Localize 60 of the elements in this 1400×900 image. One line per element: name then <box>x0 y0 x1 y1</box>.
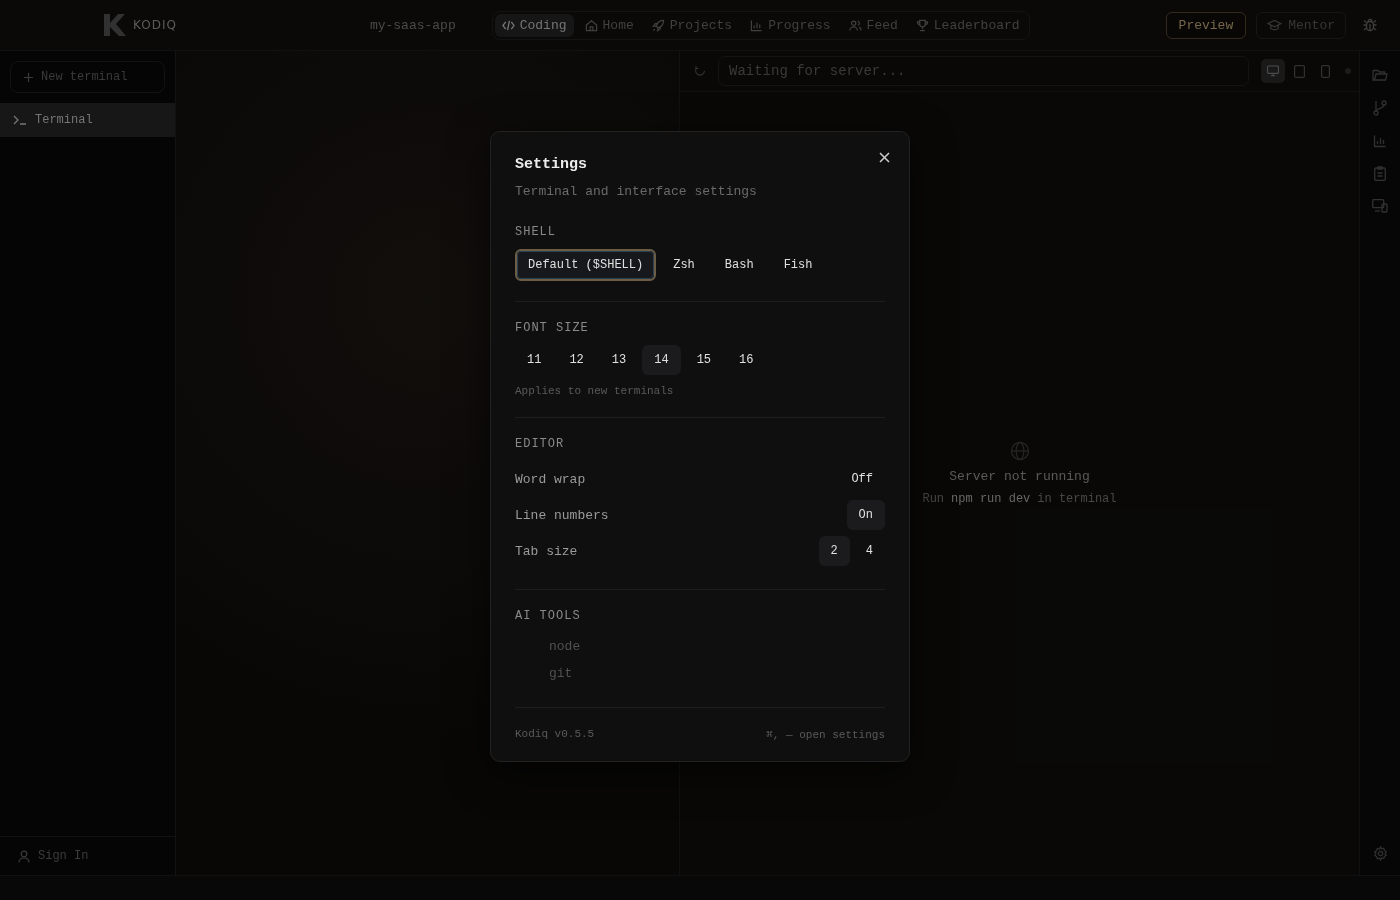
section-heading: EDITOR <box>515 437 566 451</box>
graduation-cap-icon <box>1267 18 1283 32</box>
font-size-option[interactable]: 16 <box>727 345 766 375</box>
font-size-option[interactable]: 12 <box>557 345 596 375</box>
setting-option[interactable]: On <box>846 500 885 530</box>
shell-option[interactable]: Fish <box>770 249 826 281</box>
shell-option[interactable]: Bash <box>711 249 767 281</box>
chart-icon[interactable] <box>1373 134 1387 148</box>
terminal-tab[interactable]: Terminal <box>0 103 175 137</box>
phone-icon <box>1320 64 1330 78</box>
settings-icon[interactable] <box>1372 846 1388 861</box>
preview-button[interactable]: Preview <box>1165 11 1247 39</box>
folder-icon[interactable] <box>1372 68 1388 82</box>
command-text: npm run dev <box>951 492 1031 506</box>
code-icon <box>501 18 515 32</box>
chart-icon <box>750 18 764 32</box>
desktop-view-button[interactable] <box>1261 59 1285 83</box>
section-heading: FONT SIZE <box>515 321 590 335</box>
version-text: Kodiq v0.5.5 <box>515 728 595 741</box>
dialog-title: Settings <box>515 156 588 173</box>
hint-text: in terminal <box>1037 492 1117 506</box>
trophy-icon <box>915 18 929 32</box>
shell-option[interactable]: Zsh <box>660 249 708 281</box>
font-size-option[interactable]: 11 <box>515 345 554 375</box>
users-icon <box>848 18 862 32</box>
setting-option[interactable]: 2 <box>818 536 850 566</box>
font-size-option[interactable]: 15 <box>684 345 724 375</box>
globe-icon <box>1009 441 1030 461</box>
setting-label: Word wrap <box>515 471 586 487</box>
setting-option[interactable]: Off <box>839 464 885 494</box>
font-size-option[interactable]: 14 <box>642 345 681 375</box>
terminal-prompt-icon <box>13 115 27 125</box>
branch-icon[interactable] <box>1373 100 1387 116</box>
hint-text: Run <box>922 492 945 506</box>
empty-state-title: Server not running <box>949 469 1090 484</box>
shell-option[interactable]: Default ($SHELL) <box>515 249 657 281</box>
rocket-icon <box>651 18 665 32</box>
plus-icon <box>24 72 33 82</box>
home-icon <box>584 18 598 32</box>
refresh-icon[interactable] <box>694 65 706 77</box>
font-size-option[interactable]: 13 <box>599 345 639 375</box>
bug-icon[interactable] <box>1362 17 1378 33</box>
tool-item: node <box>548 638 582 656</box>
nav-tab[interactable]: Coding <box>494 13 574 37</box>
user-icon <box>18 849 30 863</box>
setting-option[interactable]: 4 <box>853 536 885 566</box>
monitor-icon <box>1267 65 1279 77</box>
dialog-subtitle: Terminal and interface settings <box>515 184 758 199</box>
shortcut-hint: ⌘, — open settings <box>766 728 885 741</box>
setting-label: Line numbers <box>515 507 609 523</box>
tool-item: git <box>548 665 574 683</box>
section-heading: AI TOOLS <box>515 609 582 623</box>
tablet-icon <box>1293 64 1305 78</box>
devices-icon[interactable] <box>1372 199 1388 213</box>
hint-text: Applies to new terminals <box>515 385 675 397</box>
section-heading: SHELL <box>515 225 557 239</box>
clipboard-icon[interactable] <box>1374 166 1386 181</box>
close-icon[interactable] <box>879 152 890 163</box>
logo-text: KODIQ <box>133 18 177 32</box>
setting-label: Tab size <box>515 543 578 559</box>
